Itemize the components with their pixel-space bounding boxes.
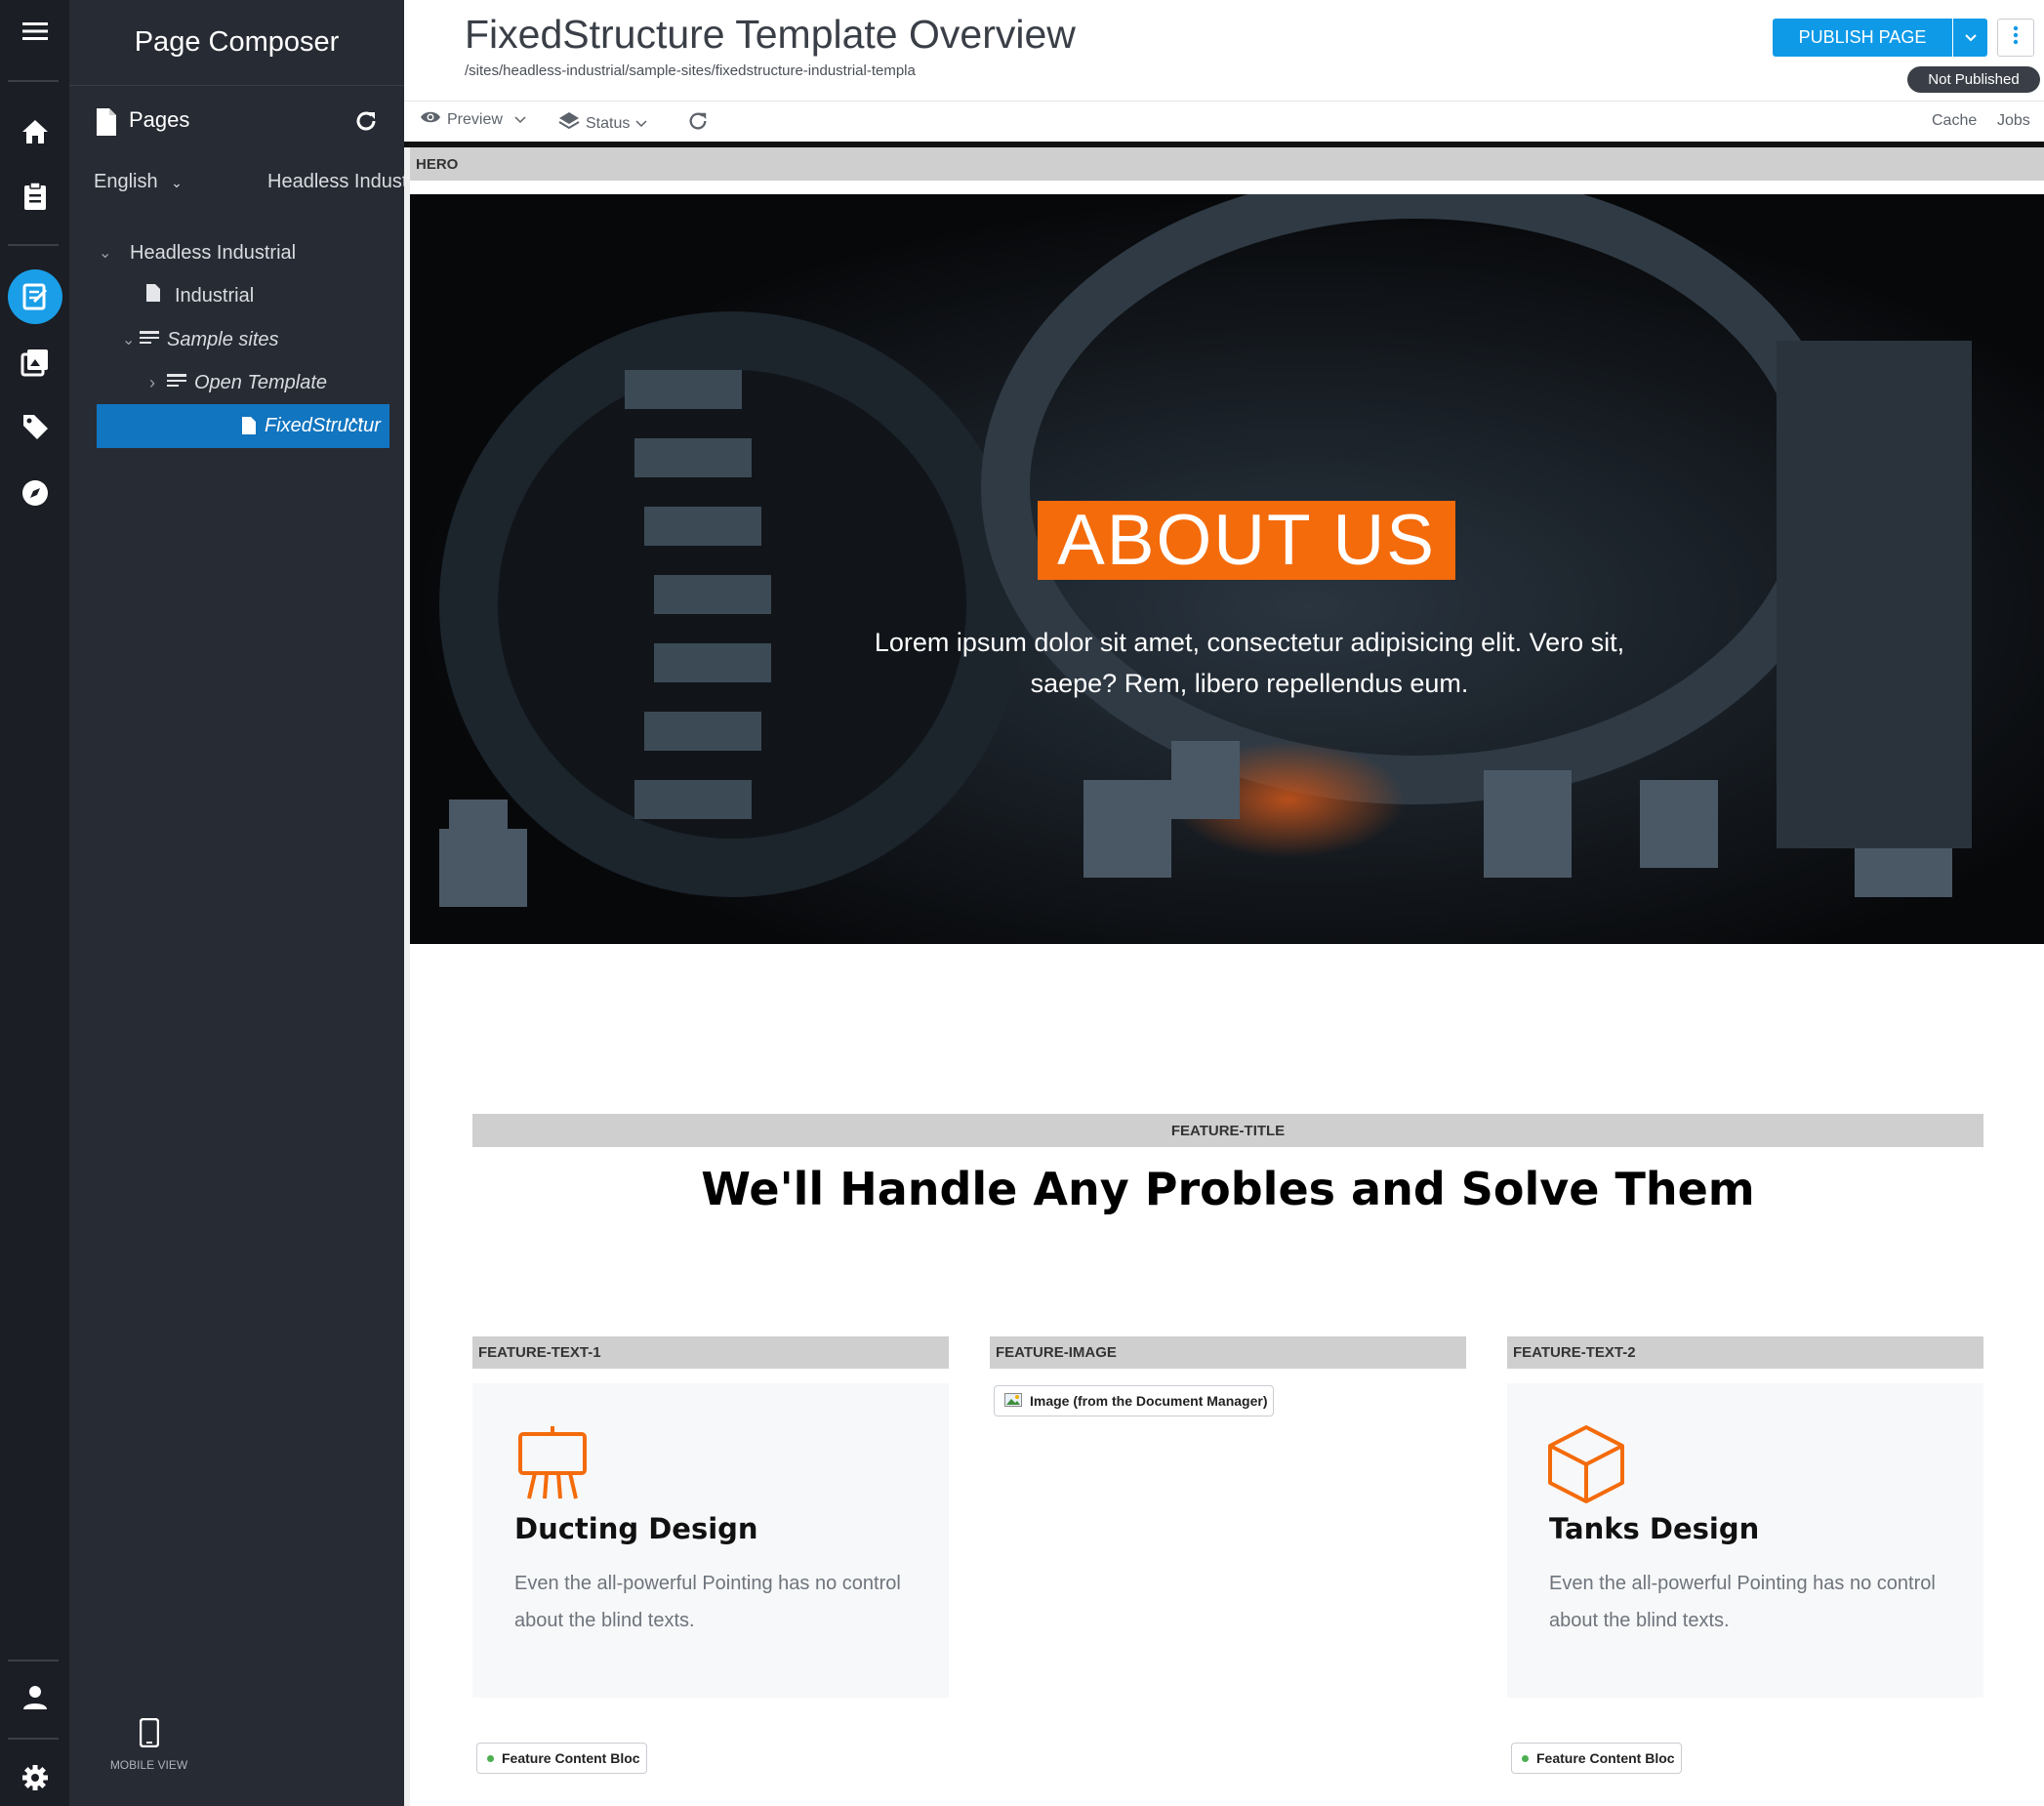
compass-icon[interactable] [0,476,69,510]
chevron-down-icon [1964,29,1977,47]
tree-item-sample-sites[interactable]: ⌄ Sample sites [122,318,376,361]
rail-divider [8,1660,59,1662]
more-options-icon[interactable]: ··· [345,410,364,432]
jobs-button[interactable]: Jobs [1997,112,2030,130]
hamburger-menu-icon[interactable] [0,14,69,49]
chip-label: Feature Content Bloc [1536,1750,1675,1766]
home-icon[interactable] [0,115,69,148]
more-actions-button[interactable] [1997,19,2034,57]
feature-card-title: Tanks Design [1549,1512,1760,1545]
chevron-down-icon[interactable]: ⌄ [122,330,140,349]
hero-section[interactable]: ABOUT US Lorem ipsum dolor sit amet, con… [410,194,2044,944]
tree-item-industrial[interactable]: Industrial [145,274,380,317]
refresh-preview-icon[interactable] [687,110,709,132]
feature-content-bloc-chip-1[interactable]: Feature Content Bloc [476,1743,647,1774]
tree-item-label: Open Template [194,371,328,393]
refresh-pages-icon[interactable] [354,109,378,138]
image-chip-label: Image (from the Document Manager) [1030,1393,1268,1409]
folder-lines-icon [140,329,159,351]
rail-divider [8,80,59,82]
feature-card-text: Even the all-powerful Pointing has no co… [1549,1573,1936,1631]
feature-card-tanks[interactable]: Tanks Design Even the all-powerful Point… [1507,1383,1983,1698]
tree-item-fixedstructure[interactable]: FixedStructur ··· [97,404,389,448]
region-label-feature-text-1[interactable]: FEATURE-TEXT-1 [472,1336,949,1369]
filters-row: English ⌄ Headless Industrial [69,161,404,204]
feature-content-bloc-chip-2[interactable]: Feature Content Bloc [1511,1743,1682,1774]
chevron-right-icon[interactable]: › [149,373,167,393]
feature-card-ducting[interactable]: Ducting Design Even the all-powerful Poi… [472,1383,949,1698]
language-select[interactable]: English ⌄ [94,171,183,193]
folder-lines-icon [167,372,186,394]
eye-icon [420,110,441,129]
feature-title-heading[interactable]: We'll Handle Any Probles and Solve Them [472,1163,1983,1215]
chevron-down-icon[interactable]: ⌄ [99,243,118,263]
hero-title[interactable]: ABOUT US [1038,501,1455,580]
pages-header: Pages [69,88,404,156]
tag-icon[interactable] [0,410,69,443]
kebab-icon [2013,25,2019,50]
preview-button[interactable]: Preview [420,110,526,129]
language-value: English [94,171,158,192]
tree-item-label: Sample sites [167,328,279,350]
chevron-down-icon [514,111,526,129]
settings-gear-icon[interactable] [0,1761,69,1794]
page-icon [241,416,257,441]
region-label-feature-text-2[interactable]: FEATURE-TEXT-2 [1507,1336,1983,1369]
rail-divider [8,244,59,246]
easel-icon [517,1424,588,1505]
composer-toolbar: Preview Status Cache Jobs [404,103,2044,142]
preview-label: Preview [447,110,503,128]
page-tree-panel: Page Composer Pages English ⌄ Headless I… [69,0,404,1806]
tree-item-label: FixedStructur [265,415,381,436]
tree-item-headless-industrial[interactable]: ⌄ Headless Industrial [99,231,382,274]
cube-icon [1546,1424,1626,1509]
page-composer-active [7,269,62,324]
app: Page Composer Pages English ⌄ Headless I… [0,0,2044,1806]
clipboard-icon[interactable] [0,180,69,213]
page-icon [145,283,161,308]
icon-rail [0,0,69,1806]
tree-item-label: Headless Industrial [130,241,297,264]
panel-title: Page Composer [69,0,404,86]
layers-icon [558,110,580,137]
images-icon[interactable] [0,346,69,379]
publish-dropdown-button[interactable] [1953,19,1987,57]
tree-item-label: Industrial [175,284,255,307]
region-label-feature-image[interactable]: FEATURE-IMAGE [990,1336,1466,1369]
chevron-down-icon [635,115,647,133]
mobile-view-label: MOBILE VIEW [109,1758,188,1772]
cache-button[interactable]: Cache [1932,112,1977,130]
feature-card-title: Ducting Design [514,1512,758,1545]
publish-page-button[interactable]: PUBLISH PAGE [1773,19,1952,57]
image-thumbnail-icon [1004,1392,1022,1410]
pages-label: Pages [129,107,190,132]
tree-item-open-template[interactable]: › Open Template [149,361,384,404]
status-dot [1522,1754,1529,1762]
mobile-view-button[interactable]: MOBILE VIEW [69,1717,228,1772]
page-header: FixedStructure Template Overview /sites/… [404,0,2044,102]
chevron-down-icon: ⌄ [171,175,183,190]
mobile-phone-icon [69,1717,228,1750]
rail-divider [8,1738,59,1740]
document-icon [95,107,118,142]
status-label: Status [586,114,631,132]
region-label-feature-title[interactable]: FEATURE-TITLE [472,1114,1983,1147]
page-title: FixedStructure Template Overview [465,12,1076,57]
feature-card-text: Even the all-powerful Pointing has no co… [514,1573,901,1631]
chip-label: Feature Content Bloc [502,1750,640,1766]
site-value: Headless Industrial [267,171,404,192]
page-canvas: HERO ABOUT US Lorem ipsum dolor sit amet… [410,147,2044,1806]
publication-status-badge: Not Published [1907,66,2040,93]
user-icon[interactable] [0,1681,69,1714]
page-path: /sites/headless-industrial/sample-sites/… [465,62,916,79]
site-select[interactable]: Headless Industrial [267,171,404,193]
status-button[interactable]: Status [558,110,647,137]
image-document-manager-chip[interactable]: Image (from the Document Manager) [994,1385,1275,1416]
hero-description[interactable]: Lorem ipsum dolor sit amet, consectetur … [869,622,1630,704]
page-composer-icon[interactable] [0,269,69,324]
status-dot [487,1754,494,1762]
region-label-hero[interactable]: HERO [410,147,2044,181]
